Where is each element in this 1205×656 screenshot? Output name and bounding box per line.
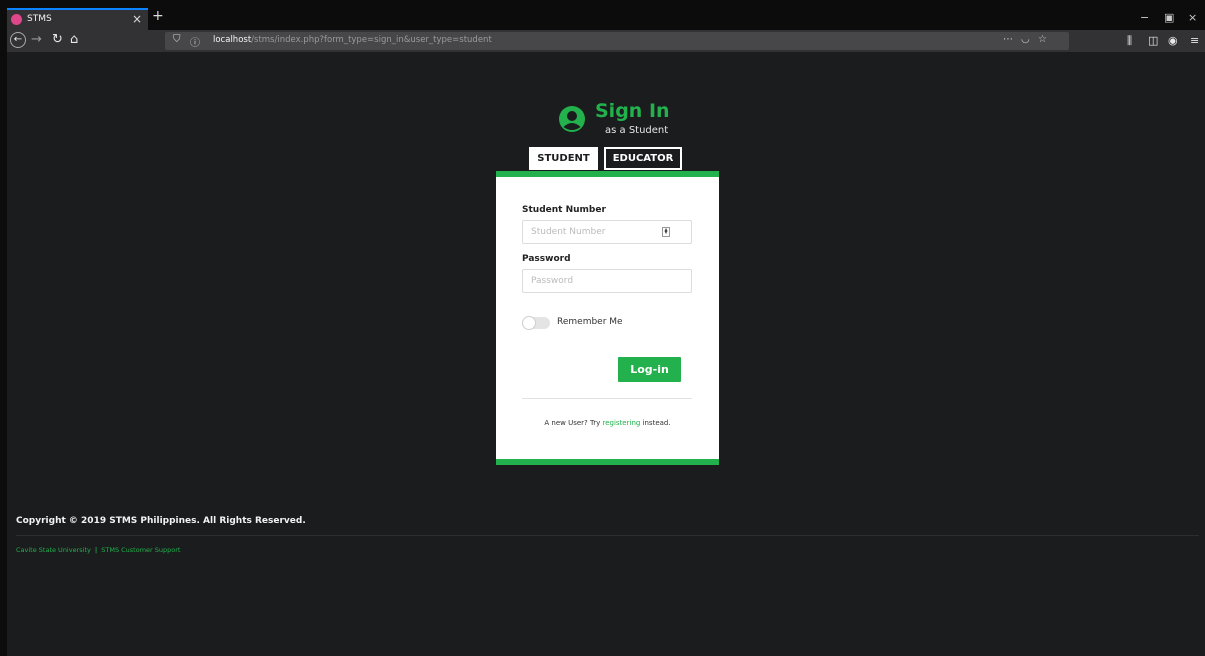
student-role-button[interactable]: STUDENT (529, 147, 598, 170)
url-host: localhost (213, 35, 252, 45)
url-bar[interactable]: ⛉ ⓘ localhost/stms/index.php?form_type=s… (165, 32, 1069, 50)
footer-divider (16, 535, 1199, 536)
page-content: Sign In as a Student STUDENT EDUCATOR St… (7, 52, 1205, 656)
customer-support-link[interactable]: STMS Customer Support (101, 546, 180, 554)
cavite-state-link[interactable]: Cavite State University (16, 546, 91, 554)
login-button[interactable]: Log-in (618, 357, 681, 382)
number-stepper-icon[interactable]: ▴ ▾ (662, 227, 670, 237)
password-field[interactable]: Password (522, 269, 692, 293)
password-label: Password (522, 254, 571, 264)
restore-icon[interactable]: ▣ (1164, 11, 1174, 24)
toggle-knob (522, 316, 536, 330)
register-link[interactable]: registering (603, 419, 641, 427)
star-icon[interactable]: ☆ (1038, 34, 1047, 45)
user-circle-icon (559, 106, 585, 132)
arrow-left-icon[interactable]: ← (10, 32, 26, 48)
url-text[interactable]: localhost/stms/index.php?form_type=sign_… (213, 35, 492, 45)
navigation-toolbar: ← → ↻ ⌂ ⛉ ⓘ localhost/stms/index.php?for… (7, 30, 1205, 52)
screen: STMS × + − ▣ × ← → ↻ ⌂ ⛉ ⓘ localhost/stm… (0, 0, 1205, 656)
student-number-placeholder: Student Number (531, 227, 606, 237)
educator-role-button[interactable]: EDUCATOR (604, 147, 682, 170)
signin-header: Sign In as a Student (558, 100, 678, 140)
tab-stms[interactable]: STMS × (7, 8, 148, 30)
student-number-field[interactable]: Student Number ▴ ▾ (522, 220, 692, 244)
reload-icon[interactable]: ↻ (52, 32, 63, 47)
arrow-right-icon[interactable]: → (31, 32, 42, 47)
remember-me-label: Remember Me (557, 317, 623, 327)
footer-separator: | (94, 546, 98, 554)
minimize-icon[interactable]: − (1140, 11, 1149, 24)
info-icon[interactable]: ⓘ (190, 34, 200, 49)
signin-card: Student Number Student Number ▴ ▾ Passwor… (496, 171, 719, 465)
tab-title: STMS (27, 14, 52, 24)
library-icon[interactable]: ⫼ (1127, 34, 1132, 48)
account-icon[interactable]: ◉ (1168, 34, 1178, 47)
sidebar-icon[interactable]: ◫ (1148, 34, 1158, 47)
hamburger-menu-icon[interactable]: ≡ (1190, 34, 1199, 47)
page-subtitle: as a Student (605, 125, 669, 136)
window-close-icon[interactable]: × (1188, 11, 1197, 24)
home-icon[interactable]: ⌂ (70, 32, 78, 47)
new-user-suffix: instead. (640, 419, 671, 427)
divider (522, 398, 692, 399)
student-number-label: Student Number (522, 205, 606, 215)
pocket-icon[interactable]: ◡ (1021, 34, 1030, 45)
tab-strip: STMS × + − ▣ × (7, 8, 1205, 30)
new-tab-button[interactable]: + (152, 8, 164, 24)
shield-icon[interactable]: ⛉ (173, 34, 181, 45)
copyright-text: Copyright © 2019 STMS Philippines. All R… (16, 516, 306, 526)
footer-links: Cavite State University | STMS Customer Su… (16, 546, 180, 554)
browser-window: STMS × + − ▣ × ← → ↻ ⌂ ⛉ ⓘ localhost/stm… (7, 8, 1205, 656)
url-path: /stms/index.php?form_type=sign_in&user_t… (251, 35, 492, 45)
password-placeholder: Password (531, 276, 574, 286)
new-user-prefix: A new User? Try (544, 419, 603, 427)
new-user-text: A new User? Try registering instead. (496, 419, 719, 427)
remember-me-toggle[interactable] (522, 316, 550, 330)
tab-close-icon[interactable]: × (132, 12, 142, 26)
favicon-icon (11, 14, 22, 25)
ellipsis-icon[interactable]: ⋯ (1003, 34, 1013, 45)
page-title: Sign In (595, 100, 670, 122)
